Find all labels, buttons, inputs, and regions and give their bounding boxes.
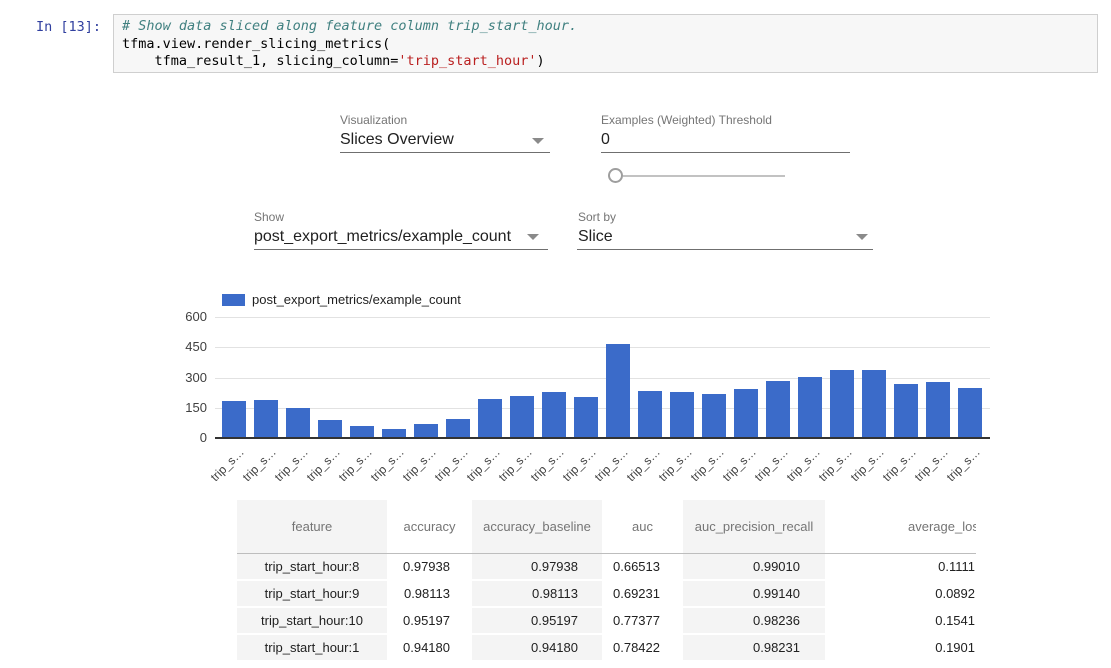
table-row: trip_start_hour:10.941800.941800.784220.… bbox=[237, 634, 976, 661]
column-header-average_los[interactable]: average_los bbox=[825, 500, 976, 553]
threshold-slider-handle[interactable] bbox=[608, 168, 623, 183]
show-label: Show bbox=[254, 210, 284, 224]
gridline bbox=[215, 317, 990, 318]
x-axis-baseline bbox=[215, 437, 990, 439]
metrics-table: featureaccuracyaccuracy_baselineaucauc_p… bbox=[237, 500, 976, 662]
bar[interactable] bbox=[766, 381, 790, 438]
bar[interactable] bbox=[254, 400, 278, 438]
metric-cell: 0.99140 bbox=[683, 580, 825, 607]
bar[interactable] bbox=[894, 384, 918, 438]
visualization-label: Visualization bbox=[340, 113, 407, 127]
code-line-2: tfma.view.render_slicing_metrics( bbox=[122, 36, 1089, 54]
column-header-accuracy_baseline[interactable]: accuracy_baseline bbox=[472, 500, 602, 553]
chevron-down-icon[interactable] bbox=[532, 138, 544, 144]
bar[interactable] bbox=[446, 419, 470, 438]
y-tick-label: 450 bbox=[168, 339, 207, 355]
feature-cell: trip_start_hour:10 bbox=[237, 607, 387, 634]
metric-cell: 0.1901 bbox=[825, 634, 976, 661]
metric-cell: 0.77377 bbox=[602, 607, 683, 634]
metric-cell: 0.1111 bbox=[825, 553, 976, 580]
bar[interactable] bbox=[478, 399, 502, 438]
metric-cell: 0.0892 bbox=[825, 580, 976, 607]
show-underline bbox=[254, 249, 548, 250]
cell-input-prompt: In [13]: bbox=[36, 19, 108, 35]
metric-cell: 0.69231 bbox=[602, 580, 683, 607]
metric-cell: 0.78422 bbox=[602, 634, 683, 661]
metric-cell: 0.97938 bbox=[472, 553, 602, 580]
metric-cell: 0.66513 bbox=[602, 553, 683, 580]
code-line-3-close: ) bbox=[537, 53, 545, 69]
code-line-3: tfma_result_1, slicing_column='trip_star… bbox=[122, 53, 1089, 71]
bar[interactable] bbox=[414, 424, 438, 438]
metric-cell: 0.1541 bbox=[825, 607, 976, 634]
sort-by-label: Sort by bbox=[578, 210, 616, 224]
bar[interactable] bbox=[542, 392, 566, 438]
bar[interactable] bbox=[318, 420, 342, 438]
metric-cell: 0.97938 bbox=[387, 553, 472, 580]
table-row: trip_start_hour:100.951970.951970.773770… bbox=[237, 607, 976, 634]
y-tick-label: 150 bbox=[168, 400, 207, 416]
bar[interactable] bbox=[798, 377, 822, 439]
metric-cell: 0.98113 bbox=[387, 580, 472, 607]
column-header-auc[interactable]: auc bbox=[602, 500, 683, 553]
gridline bbox=[215, 347, 990, 348]
visualization-select[interactable]: Slices Overview bbox=[340, 131, 454, 149]
legend-label: post_export_metrics/example_count bbox=[252, 292, 461, 307]
bar[interactable] bbox=[638, 391, 662, 438]
threshold-label: Examples (Weighted) Threshold bbox=[601, 113, 772, 127]
bar[interactable] bbox=[830, 370, 854, 438]
visualization-underline bbox=[340, 152, 550, 153]
table-row: trip_start_hour:90.981130.981130.692310.… bbox=[237, 580, 976, 607]
table-header-row: featureaccuracyaccuracy_baselineaucauc_p… bbox=[237, 500, 976, 553]
legend-swatch-icon bbox=[222, 294, 245, 306]
bar[interactable] bbox=[958, 388, 982, 438]
metric-cell: 0.98231 bbox=[683, 634, 825, 661]
bar[interactable] bbox=[222, 401, 246, 438]
bar[interactable] bbox=[734, 389, 758, 438]
metric-cell: 0.99010 bbox=[683, 553, 825, 580]
table-body: trip_start_hour:80.979380.979380.665130.… bbox=[237, 553, 976, 661]
bar[interactable] bbox=[702, 394, 726, 438]
code-comment-line: # Show data sliced along feature column … bbox=[122, 18, 1089, 36]
sort-underline bbox=[577, 249, 873, 250]
bar[interactable] bbox=[606, 344, 630, 438]
metric-cell: 0.98113 bbox=[472, 580, 602, 607]
chevron-down-icon[interactable] bbox=[856, 234, 868, 240]
code-cell[interactable]: # Show data sliced along feature column … bbox=[113, 14, 1098, 73]
metric-cell: 0.95197 bbox=[387, 607, 472, 634]
metric-cell: 0.94180 bbox=[387, 634, 472, 661]
code-line-3-pre: tfma_result_1, slicing_column= bbox=[122, 53, 398, 69]
bar[interactable] bbox=[670, 392, 694, 438]
threshold-input[interactable]: 0 bbox=[601, 131, 610, 149]
column-header-auc_precision_recall[interactable]: auc_precision_recall bbox=[683, 500, 825, 553]
metrics-table-container: featureaccuracyaccuracy_baselineaucauc_p… bbox=[237, 500, 976, 668]
sort-by-select[interactable]: Slice bbox=[578, 228, 613, 246]
y-tick-label: 0 bbox=[168, 430, 207, 446]
chevron-down-icon[interactable] bbox=[527, 234, 539, 240]
feature-cell: trip_start_hour:9 bbox=[237, 580, 387, 607]
y-tick-label: 300 bbox=[168, 370, 207, 386]
metric-cell: 0.94180 bbox=[472, 634, 602, 661]
metric-cell: 0.98236 bbox=[683, 607, 825, 634]
chart-legend: post_export_metrics/example_count bbox=[222, 292, 461, 307]
bar[interactable] bbox=[574, 397, 598, 438]
column-header-feature[interactable]: feature bbox=[237, 500, 387, 553]
bar[interactable] bbox=[862, 370, 886, 438]
metric-cell: 0.95197 bbox=[472, 607, 602, 634]
y-tick-label: 600 bbox=[168, 309, 207, 325]
feature-cell: trip_start_hour:8 bbox=[237, 553, 387, 580]
code-string-literal: 'trip_start_hour' bbox=[398, 53, 536, 69]
threshold-underline bbox=[601, 152, 850, 153]
bar[interactable] bbox=[510, 396, 534, 438]
notebook-page: In [13]: # Show data sliced along featur… bbox=[0, 0, 1111, 668]
column-header-accuracy[interactable]: accuracy bbox=[387, 500, 472, 553]
show-metric-select[interactable]: post_export_metrics/example_count bbox=[254, 228, 511, 246]
bar[interactable] bbox=[926, 382, 950, 438]
metrics-bar-chart bbox=[215, 317, 990, 438]
bar[interactable] bbox=[286, 408, 310, 438]
threshold-slider-track[interactable] bbox=[623, 175, 785, 177]
table-row: trip_start_hour:80.979380.979380.665130.… bbox=[237, 553, 976, 580]
feature-cell: trip_start_hour:1 bbox=[237, 634, 387, 661]
